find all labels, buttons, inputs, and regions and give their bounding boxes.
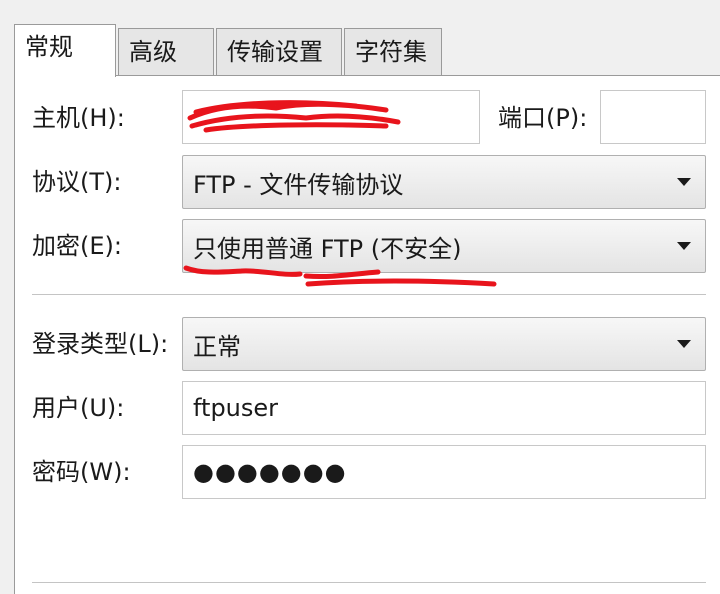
- host-label: 主机(H):: [32, 104, 125, 132]
- user-input[interactable]: ftpuser: [182, 381, 706, 435]
- chevron-down-icon: [677, 178, 691, 186]
- tab-advanced[interactable]: 高级: [118, 28, 214, 76]
- login-type-select[interactable]: 正常: [182, 317, 706, 371]
- password-label: 密码(W):: [32, 458, 131, 486]
- encryption-select[interactable]: 只使用普通 FTP (不安全): [182, 219, 706, 273]
- login-type-label: 登录类型(L):: [32, 330, 169, 358]
- tab-general[interactable]: 常规: [14, 24, 116, 77]
- tab-charset[interactable]: 字符集: [344, 28, 442, 76]
- protocol-selected-value: FTP - 文件传输协议: [193, 170, 404, 199]
- tab-transfer-settings[interactable]: 传输设置: [216, 28, 342, 76]
- encryption-label: 加密(E):: [32, 232, 122, 260]
- chevron-down-icon: [677, 340, 691, 348]
- protocol-select[interactable]: FTP - 文件传输协议: [182, 155, 706, 209]
- login-type-selected-value: 正常: [193, 332, 241, 361]
- port-label: 端口(P):: [498, 104, 588, 132]
- encryption-selected-value: 只使用普通 FTP (不安全): [193, 234, 462, 263]
- section-divider: [32, 294, 706, 295]
- chevron-down-icon: [677, 242, 691, 250]
- site-settings-dialog: 常规 高级 传输设置 字符集 主机(H): 端口(P): 协议(T): FTP …: [0, 0, 720, 594]
- protocol-label: 协议(T):: [32, 168, 122, 196]
- user-label: 用户(U):: [32, 394, 125, 422]
- port-input[interactable]: [600, 90, 706, 144]
- password-input[interactable]: ●●●●●●●: [182, 445, 706, 499]
- tab-bar: 常规 高级 传输设置 字符集: [14, 24, 444, 77]
- host-input[interactable]: [182, 90, 480, 144]
- bottom-divider: [32, 582, 706, 583]
